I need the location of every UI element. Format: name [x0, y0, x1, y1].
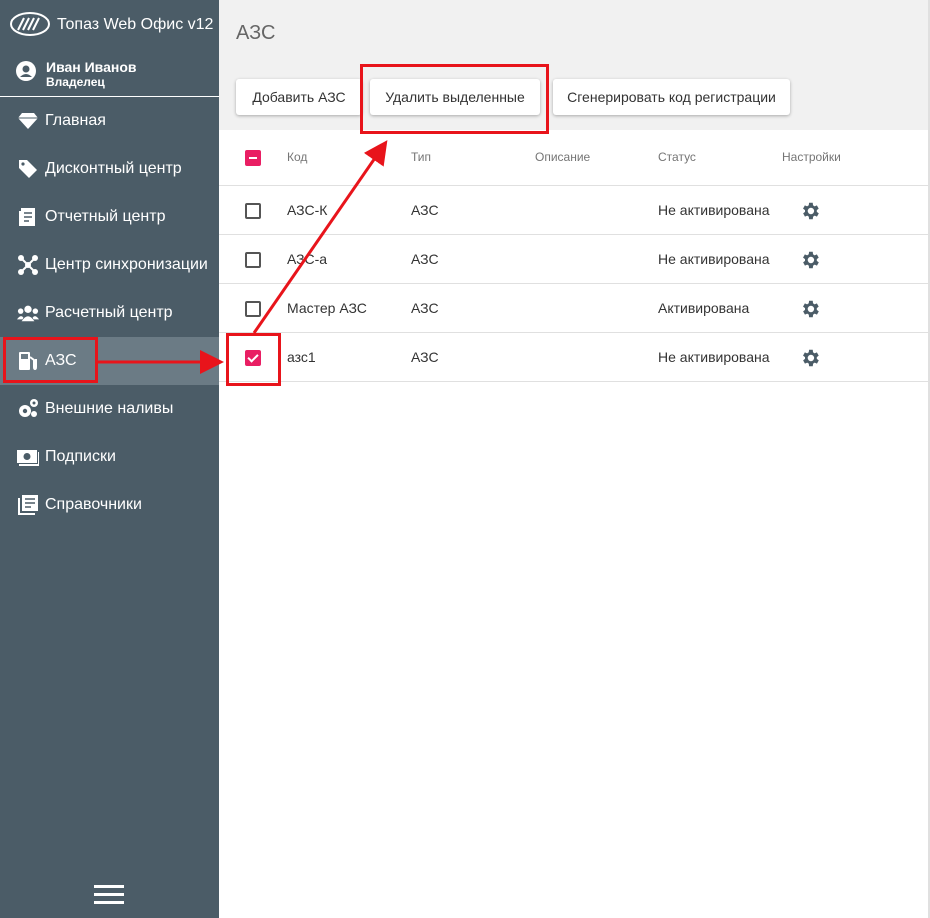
column-header-description[interactable]: Описание	[535, 150, 590, 164]
add-azs-button[interactable]: Добавить АЗС	[236, 79, 362, 115]
users-icon	[17, 302, 39, 324]
sidebar-item-label: Расчетный центр	[45, 304, 173, 321]
sidebar-item-external-fills[interactable]: Внешние наливы	[0, 385, 219, 433]
table-row[interactable]: Мастер АЗС АЗС Активирована	[219, 284, 930, 333]
app-title: Топаз Web Офис v12	[57, 16, 214, 33]
sync-network-icon	[17, 254, 39, 276]
sidebar-item-reports[interactable]: Отчетный центр	[0, 193, 219, 241]
main-content: АЗС Добавить АЗС Удалить выделенные Сген…	[219, 0, 930, 918]
sidebar-item-label: Отчетный центр	[45, 208, 166, 225]
sidebar-nav: Главная Дисконтный центр Отчетный центр …	[0, 97, 219, 529]
generate-registration-code-button[interactable]: Сгенерировать код регистрации	[553, 79, 790, 115]
column-header-status[interactable]: Статус	[658, 150, 696, 164]
diamond-icon	[17, 110, 39, 132]
cell-type: АЗС	[411, 300, 439, 316]
cell-type: АЗС	[411, 202, 439, 218]
user-panel[interactable]: Иван Иванов Владелец	[0, 50, 219, 97]
sidebar-item-label: Внешние наливы	[45, 400, 174, 417]
user-name: Иван Иванов	[46, 59, 137, 75]
cell-status: Не активирована	[658, 349, 770, 365]
cell-status: Не активирована	[658, 202, 770, 218]
annotation-highlight-delete-button	[360, 64, 549, 134]
gear-icon[interactable]	[799, 298, 821, 320]
annotation-highlight-checkbox	[226, 333, 281, 386]
table-header: Код Тип Описание Статус Настройки	[219, 130, 930, 186]
sidebar-item-billing[interactable]: Расчетный центр	[0, 289, 219, 337]
user-role: Владелец	[46, 75, 105, 89]
sidebar-item-label: Подписки	[45, 448, 116, 465]
cogs-icon	[17, 398, 39, 420]
sidebar-item-discount[interactable]: Дисконтный центр	[0, 145, 219, 193]
row-checkbox[interactable]	[245, 252, 261, 268]
brand: Топаз Web Офис v12	[0, 0, 219, 50]
sidebar-item-label: Справочники	[45, 496, 142, 513]
sidebar-item-label: Дисконтный центр	[45, 160, 182, 177]
cell-code: АЗС-а	[287, 251, 328, 267]
topaz-logo-icon	[10, 12, 50, 36]
sidebar-item-label: Центр синхронизации	[45, 256, 208, 273]
hamburger-menu-icon[interactable]	[94, 885, 124, 905]
money-icon	[17, 446, 39, 468]
column-header-type[interactable]: Тип	[411, 150, 431, 164]
tag-icon	[17, 158, 39, 180]
cell-type: АЗС	[411, 251, 439, 267]
table-row[interactable]: АЗС-а АЗС Не активирована	[219, 235, 930, 284]
column-header-settings[interactable]: Настройки	[782, 150, 841, 164]
select-all-checkbox[interactable]	[245, 150, 261, 166]
sidebar-item-label: Главная	[45, 112, 106, 129]
page-title: АЗС	[236, 22, 276, 44]
column-header-code[interactable]: Код	[287, 150, 307, 164]
azs-table: Код Тип Описание Статус Настройки АЗС-К …	[219, 130, 930, 382]
row-checkbox[interactable]	[245, 301, 261, 317]
sidebar-item-subscriptions[interactable]: Подписки	[0, 433, 219, 481]
user-avatar-icon	[16, 61, 36, 81]
gear-icon[interactable]	[799, 200, 821, 222]
page-header: АЗС Добавить АЗС Удалить выделенные Сген…	[219, 0, 930, 130]
gear-icon[interactable]	[799, 249, 821, 271]
sidebar: Топаз Web Офис v12 Иван Иванов Владелец …	[0, 0, 219, 918]
report-icon	[17, 206, 39, 228]
gear-icon[interactable]	[799, 347, 821, 369]
cell-code: азс1	[287, 349, 316, 365]
sidebar-item-home[interactable]: Главная	[0, 97, 219, 145]
cell-code: Мастер АЗС	[287, 300, 367, 316]
cell-status: Активирована	[658, 300, 750, 316]
sidebar-item-references[interactable]: Справочники	[0, 481, 219, 529]
table-row[interactable]: азс1 АЗС Не активирована	[219, 333, 930, 382]
table-row[interactable]: АЗС-К АЗС Не активирована	[219, 186, 930, 235]
app-window: Топаз Web Офис v12 Иван Иванов Владелец …	[0, 0, 930, 918]
annotation-highlight-azs-nav	[3, 337, 98, 383]
sidebar-item-sync[interactable]: Центр синхронизации	[0, 241, 219, 289]
cell-code: АЗС-К	[287, 202, 328, 218]
cell-status: Не активирована	[658, 251, 770, 267]
book-icon	[17, 494, 39, 516]
row-checkbox[interactable]	[245, 203, 261, 219]
cell-type: АЗС	[411, 349, 439, 365]
